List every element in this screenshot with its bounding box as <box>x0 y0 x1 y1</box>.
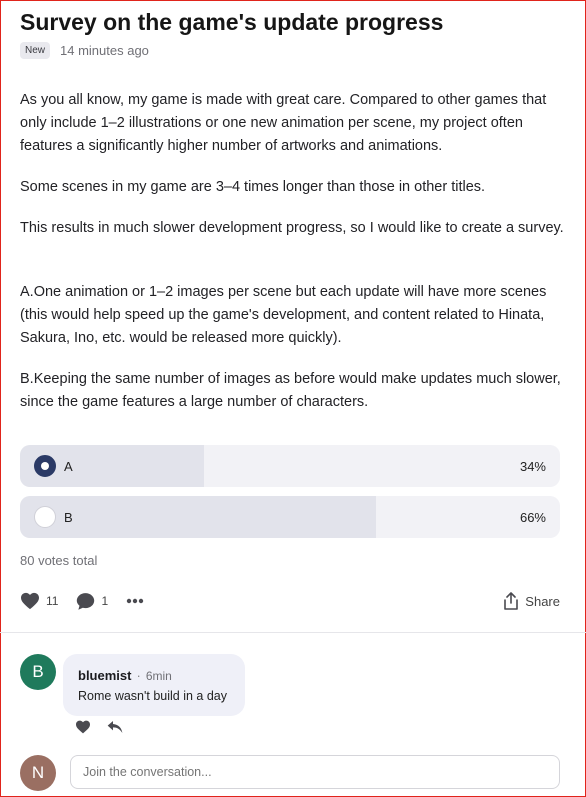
comment-bubble-icon <box>76 592 95 610</box>
heart-icon <box>20 592 40 610</box>
reply-arrow-icon <box>107 721 123 733</box>
poll-option-label: B <box>64 510 73 525</box>
post-paragraph: Some scenes in my game are 3–4 times lon… <box>20 179 486 195</box>
share-label: Share <box>525 593 560 609</box>
comment-time: 6min <box>145 669 172 683</box>
poll-option-percent: 34% <box>519 459 546 474</box>
composer-avatar: N <box>20 755 56 791</box>
comment-author[interactable]: bluemist <box>78 668 131 683</box>
poll-fill-b <box>20 496 377 538</box>
more-options-button[interactable] <box>126 598 144 604</box>
join-conversation-input[interactable] <box>70 755 560 789</box>
post-meta: New 14 minutes ago <box>20 42 149 59</box>
like-count: 11 <box>46 594 59 608</box>
comment-actions <box>75 720 123 734</box>
poll-option-label: A <box>64 459 73 474</box>
section-divider <box>0 632 586 633</box>
poll-option-a[interactable]: A 34% <box>20 445 560 487</box>
post-paragraph: B.Keeping the same number of images as b… <box>20 371 561 410</box>
poll-option-percent: 66% <box>519 510 546 525</box>
like-button[interactable]: 11 <box>20 592 58 610</box>
post-paragraph: A.One animation or 1–2 images per scene … <box>20 284 547 346</box>
comment-count: 1 <box>101 594 109 608</box>
heart-icon <box>76 720 90 734</box>
more-dots-icon <box>126 598 144 604</box>
post-actions: 11 1 <box>20 592 162 610</box>
post-title: Survey on the game's update progress <box>20 9 444 35</box>
radio-selected-icon[interactable] <box>34 455 56 477</box>
separator-dot: · <box>136 668 141 683</box>
comment-avatar[interactable]: B <box>20 654 56 690</box>
comment-button[interactable]: 1 <box>76 592 108 610</box>
new-badge: New <box>20 42 51 59</box>
votes-total: 80 votes total <box>20 553 98 568</box>
radio-unselected-icon[interactable] <box>34 506 56 528</box>
share-icon <box>503 592 519 610</box>
poll-option-b[interactable]: B 66% <box>20 496 560 538</box>
reply-button[interactable] <box>107 720 123 734</box>
post-timestamp: 14 minutes ago <box>60 43 149 58</box>
post-paragraph: As you all know, my game is made with gr… <box>20 92 547 154</box>
share-button[interactable]: Share <box>503 592 560 610</box>
comment-bubble: bluemist · 6min Rome wasn't build in a day <box>63 654 245 716</box>
comment-text: Rome wasn't build in a day <box>78 689 227 703</box>
post-paragraph: This results in much slower development … <box>20 220 564 236</box>
comment-like-button[interactable] <box>75 720 91 734</box>
comment-header: bluemist · 6min <box>78 668 172 683</box>
